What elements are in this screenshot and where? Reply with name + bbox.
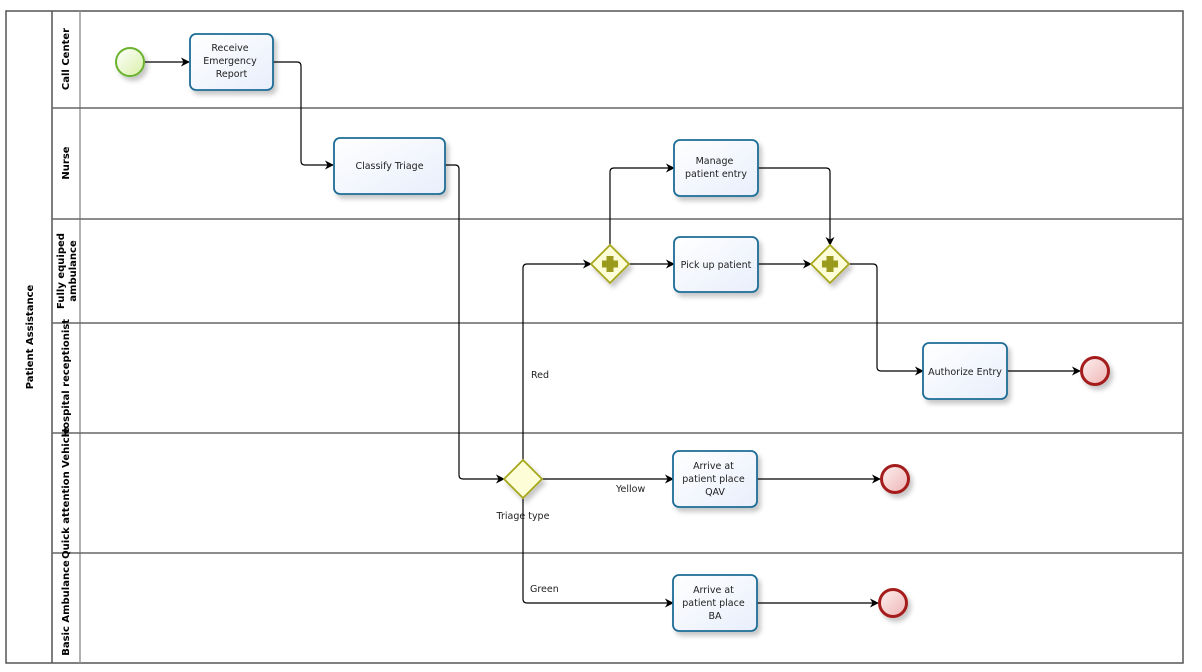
svg-text:Pick up patient: Pick up patient (681, 260, 752, 271)
gateway-label-triage-type: Triage type (496, 511, 550, 522)
task-label-line: Report (216, 69, 248, 80)
task-classify-triage[interactable]: Classify Triage (333, 137, 446, 195)
task-label-line: patient place (682, 474, 745, 485)
task-manage-patient-entry[interactable]: Manage patient entry (673, 139, 759, 197)
task-label-line: Pick up patient (681, 260, 752, 271)
end-event-qav[interactable] (880, 464, 910, 494)
task-box[interactable] (673, 139, 759, 197)
end-event-circle[interactable] (878, 588, 908, 618)
task-label-line: Receive (211, 43, 248, 54)
task-pick-up-patient[interactable]: Pick up patient (673, 236, 759, 293)
start-event[interactable] (115, 47, 145, 77)
task-authorize-entry[interactable]: Authorize Entry (922, 342, 1008, 400)
svg-text:Authorize Entry: Authorize Entry (928, 367, 1002, 378)
lane-label-nurse: Nurse (61, 146, 72, 179)
task-label-line: Emergency (203, 56, 257, 67)
task-arrive-patient-place-qav[interactable]: Arrive at patient place QAV (672, 450, 758, 508)
pool: Patient Assistance (5, 10, 1184, 664)
task-label-line: patient place (682, 598, 745, 609)
lane-label-basic-ambulance: Basic Ambulance (61, 560, 72, 656)
task-label-line: BA (708, 611, 722, 622)
bpmn-diagram: Patient Assistance Call Center Nurse Ful… (5, 10, 1184, 664)
end-event-circle[interactable] (1080, 356, 1110, 386)
task-receive-emergency-report[interactable]: Receive Emergency Report (189, 33, 274, 91)
pool-frame (5, 10, 1184, 664)
task-label-line: Manage (696, 156, 734, 167)
task-label-line: patient entry (685, 169, 747, 180)
lane-label-ambulance-line2: ambulance (68, 240, 79, 302)
end-event-ba[interactable] (878, 588, 908, 618)
flow-label-red: Red (531, 370, 549, 381)
task-label-line: QAV (705, 487, 725, 498)
pool-label: Patient Assistance (25, 285, 36, 390)
end-event-entry[interactable] (1080, 356, 1110, 386)
end-event-circle[interactable] (880, 464, 910, 494)
lane-label-quick-attention-vehicle: Quick attention Vehicle (61, 427, 72, 559)
task-arrive-patient-place-ba[interactable]: Arrive at patient place BA (672, 574, 758, 632)
flow-label-yellow: Yellow (615, 484, 645, 495)
lane-label-ambulance-line1: Fully equiped (56, 233, 67, 309)
start-event-circle[interactable] (115, 47, 145, 77)
lane-label-call-center: Call Center (61, 28, 72, 90)
svg-text:Classify Triage: Classify Triage (355, 161, 423, 172)
task-label-line: Authorize Entry (928, 367, 1002, 378)
task-label-line: Classify Triage (355, 161, 423, 172)
task-label-line: Arrive at (693, 585, 734, 596)
lane-label-hospital-receptionist: Hospital receptionist (61, 319, 72, 437)
flow-label-green: Green (530, 584, 559, 595)
task-label-line: Arrive at (693, 461, 734, 472)
